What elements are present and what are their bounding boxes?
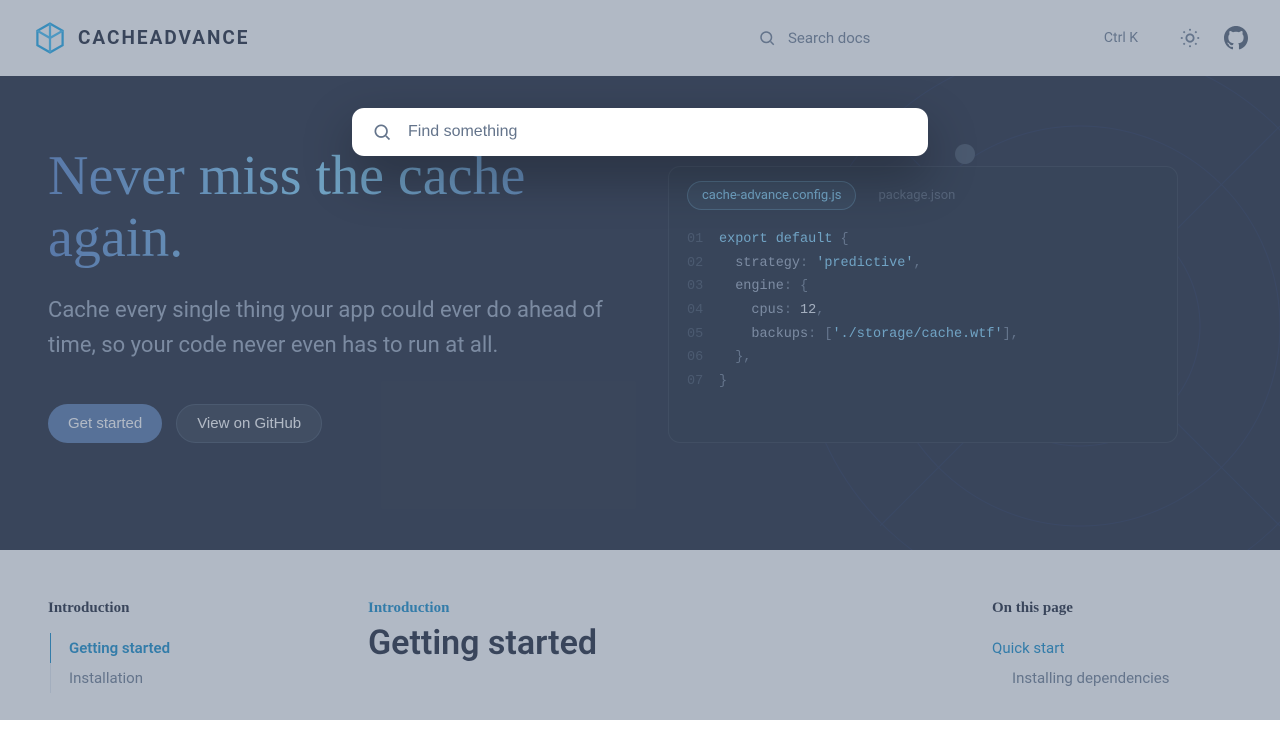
page-eyebrow: Introduction bbox=[368, 600, 932, 617]
code-tabs: cache-advance.config.js package.json bbox=[669, 167, 1177, 220]
page-title: Getting started bbox=[368, 623, 932, 663]
code-tab-package[interactable]: package.json bbox=[864, 182, 969, 209]
header-actions bbox=[1178, 26, 1248, 50]
sidebar-section-title: Introduction bbox=[48, 600, 308, 617]
brand-name: CACHEADVANCE bbox=[78, 26, 249, 49]
search-modal bbox=[352, 108, 928, 156]
toc-item[interactable]: Installing dependencies bbox=[992, 663, 1232, 693]
logo-icon bbox=[32, 20, 68, 56]
sun-icon bbox=[1179, 27, 1201, 49]
search-icon bbox=[372, 122, 392, 142]
search-kbd: Ctrl K bbox=[1104, 30, 1138, 46]
search-trigger[interactable]: Search docs Ctrl K bbox=[758, 29, 1138, 47]
sidebar-nav: Introduction Getting startedInstallation bbox=[48, 600, 308, 693]
content-area: Introduction Getting startedInstallation… bbox=[0, 550, 1280, 743]
github-link[interactable] bbox=[1224, 26, 1248, 50]
toc-item[interactable]: Quick start bbox=[992, 633, 1232, 663]
code-panel: cache-advance.config.js package.json 01e… bbox=[668, 166, 1178, 443]
toc-heading: On this page bbox=[992, 600, 1232, 617]
theme-toggle[interactable] bbox=[1178, 26, 1202, 50]
hero-subtitle: Cache every single thing your app could … bbox=[48, 293, 608, 363]
site-header: CACHEADVANCE Search docs Ctrl K bbox=[0, 0, 1280, 76]
main-content: Introduction Getting started bbox=[368, 600, 932, 693]
github-button[interactable]: View on GitHub bbox=[176, 404, 322, 443]
code-tab-config[interactable]: cache-advance.config.js bbox=[687, 181, 856, 210]
search-placeholder-label: Search docs bbox=[788, 29, 870, 47]
brand-logo[interactable]: CACHEADVANCE bbox=[32, 20, 249, 56]
table-of-contents: On this page Quick startInstalling depen… bbox=[992, 600, 1232, 693]
search-icon bbox=[758, 29, 776, 47]
sidebar-item[interactable]: Getting started bbox=[51, 633, 308, 663]
get-started-button[interactable]: Get started bbox=[48, 404, 162, 443]
github-icon bbox=[1224, 25, 1248, 51]
code-body: 01export default {02 strategy: 'predicti… bbox=[669, 220, 1177, 415]
hero-title: Never miss the cache again. bbox=[48, 146, 608, 269]
sidebar-item[interactable]: Installation bbox=[51, 663, 308, 693]
search-input[interactable] bbox=[408, 123, 908, 141]
